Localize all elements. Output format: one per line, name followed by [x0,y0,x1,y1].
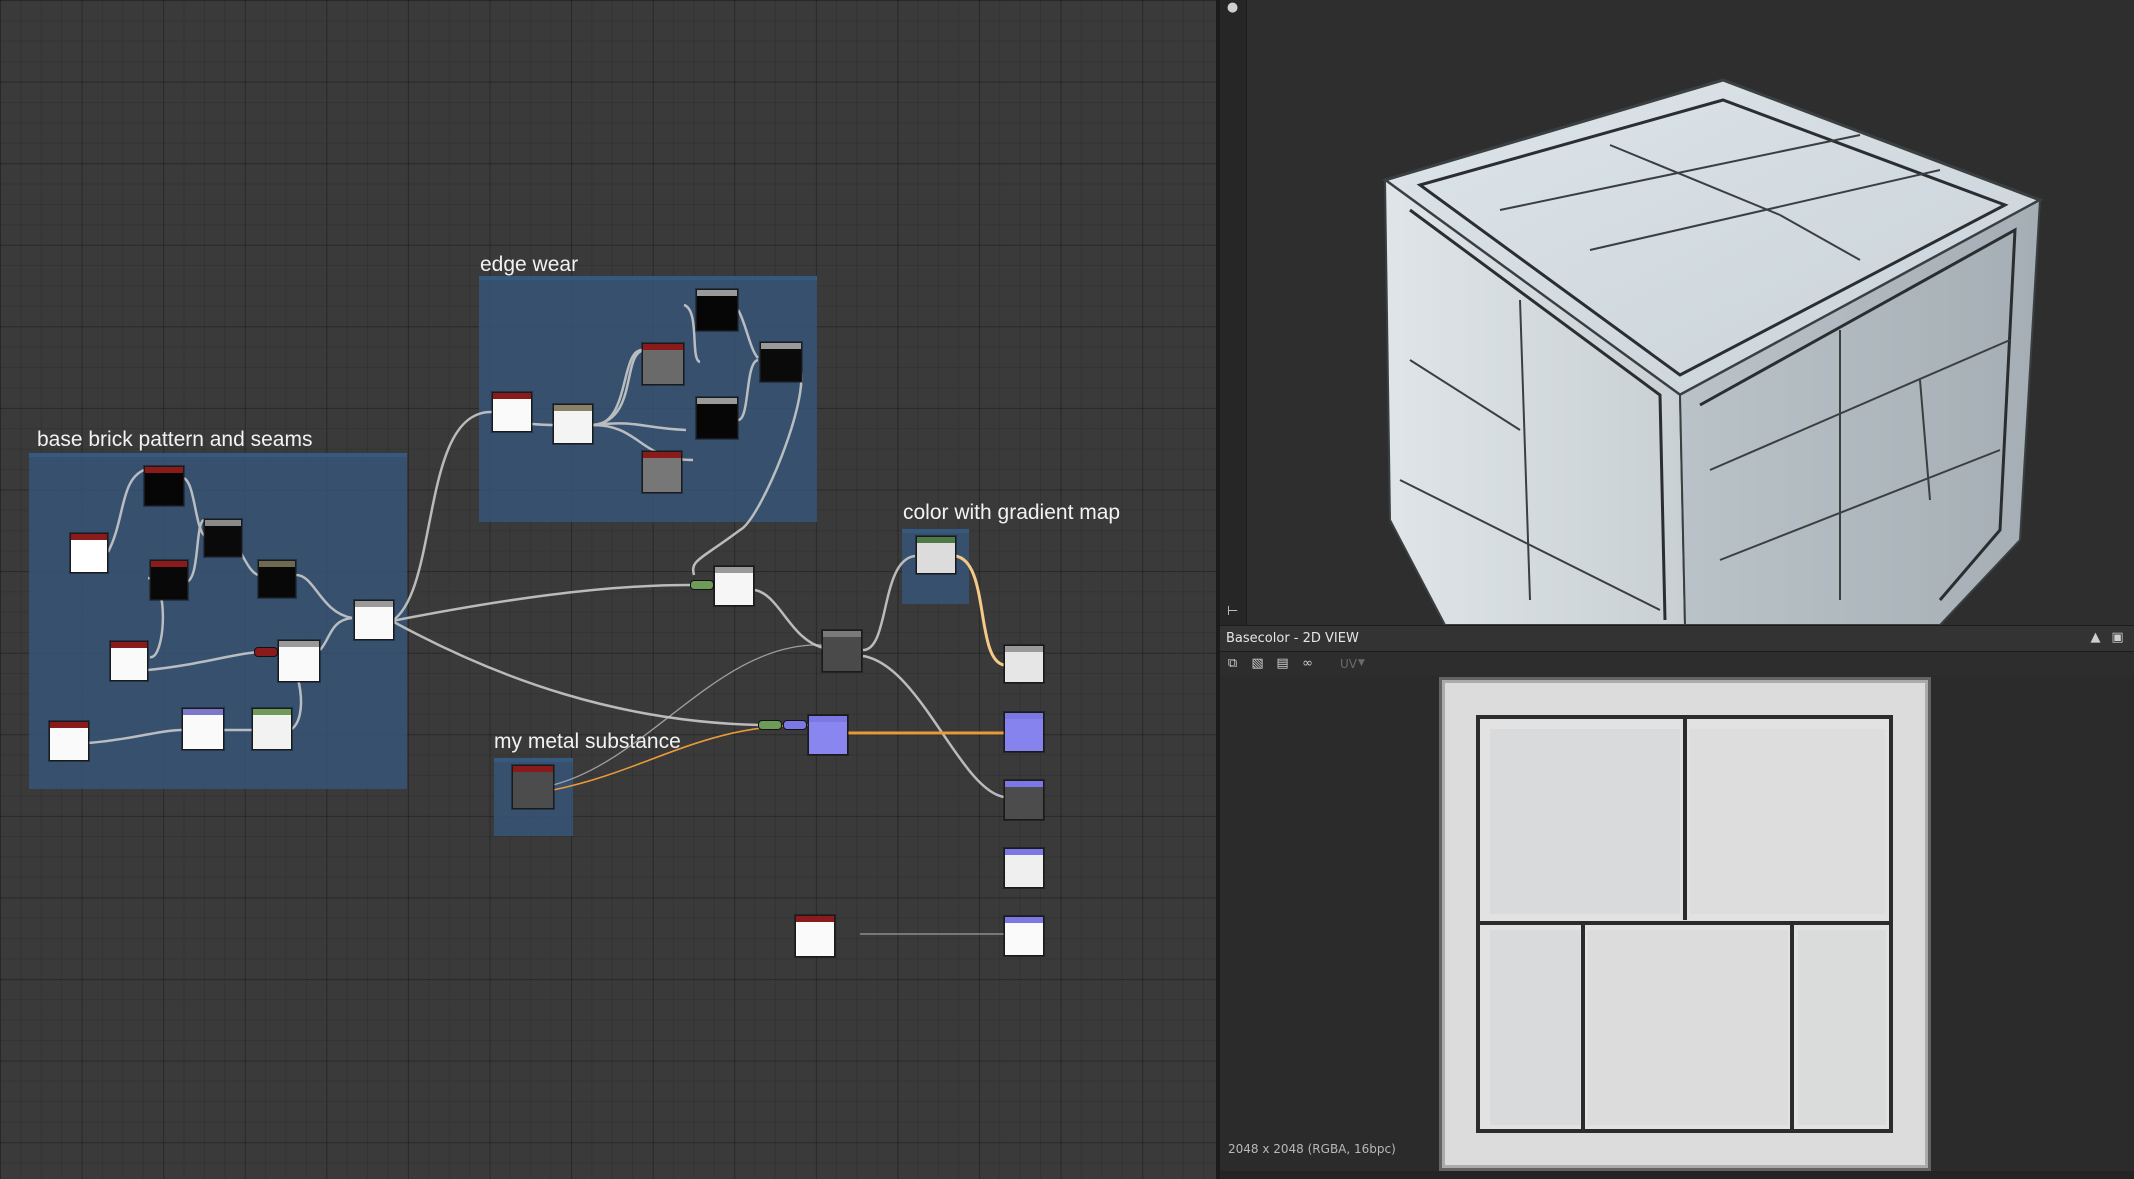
graph-node[interactable] [278,640,320,682]
graph-node[interactable] [760,342,802,382]
graph-node[interactable] [49,721,89,761]
graph-node[interactable] [144,466,184,506]
graph-node[interactable] [795,915,835,957]
graph-node[interactable] [354,600,394,640]
graph-node[interactable] [512,765,554,809]
graph-node[interactable] [696,289,738,331]
output-node[interactable] [1004,848,1044,888]
texture-info-status: 2048 x 2048 (RGBA, 16bpc) [1228,1142,1396,1156]
graph-node[interactable] [492,392,532,432]
graph-node[interactable] [642,343,684,385]
graph-node[interactable] [553,404,593,444]
graph-node[interactable] [150,560,188,600]
output-node[interactable] [1004,780,1044,820]
output-node[interactable] [1004,645,1044,683]
2d-view-panel: Basecolor - 2D VIEW ▲ ▣ ⧉ ▧ ▤ ∞ UV ▼ 204… [1220,625,2134,1179]
graph-node[interactable] [808,715,848,755]
textured-cube-preview [1381,78,2044,625]
graph-node[interactable] [252,708,292,750]
graph-node[interactable] [714,566,754,606]
output-node[interactable] [1004,916,1044,956]
output-node[interactable] [1004,712,1044,752]
pass-through-dot[interactable] [783,720,807,730]
graph-node[interactable] [258,560,296,598]
graph-node[interactable] [916,536,956,574]
pass-through-dot[interactable] [254,647,278,657]
graph-node[interactable] [204,519,242,557]
pass-through-dot[interactable] [758,720,782,730]
pass-through-dot[interactable] [690,580,714,590]
graph-node[interactable] [642,451,682,493]
graph-node[interactable] [70,533,108,573]
3d-view-panel[interactable]: ● ⊢ [1220,0,2134,625]
graph-node[interactable] [110,641,148,681]
graph-node[interactable] [182,708,224,750]
2d-texture-preview[interactable] [1220,625,2134,1179]
bottom-bar [1220,1171,2134,1179]
graph-node[interactable] [696,397,738,439]
graph-node[interactable] [822,630,862,672]
node-graph-canvas[interactable]: base brick pattern and seams edge wear m… [0,0,1216,1179]
